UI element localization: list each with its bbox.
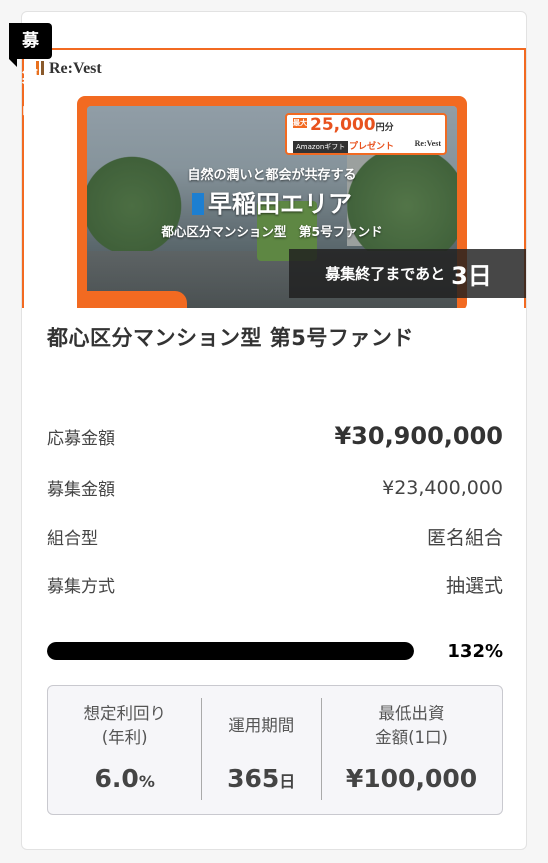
progress-bar-fill [47, 642, 414, 660]
stat-value: ¥100,000 [321, 764, 502, 793]
promo-amazon-label: Amazonギフト [293, 141, 349, 153]
stat-value-unit: % [138, 772, 155, 791]
logo-text: Re:Vest [49, 60, 102, 77]
status-badge: 募集中 [9, 23, 52, 123]
detail-row-type: 組合型 匿名組合 [47, 523, 503, 550]
area-name: 早稲田エリア [208, 190, 352, 218]
banner-orange-tag [77, 291, 187, 308]
progress-bar [47, 642, 414, 660]
catch-line-2: 早稲田エリア [87, 184, 457, 219]
fund-title[interactable]: 都心区分マンション型 第5号ファンド [47, 322, 414, 352]
stat-label: 運用期間 [228, 716, 295, 735]
detail-label: 組合型 [47, 529, 98, 549]
detail-value: 匿名組合 [426, 527, 503, 549]
stat-value-number: 365 [227, 764, 280, 793]
stat-value: 365日 [201, 764, 321, 793]
countdown-label: 募集終了まであと 3日 [289, 249, 526, 298]
promo-amount: 25,000円分 [310, 115, 394, 135]
stat-yield: 想定利回り (年利) 6.0% [48, 686, 201, 814]
detail-value: 抽選式 [445, 575, 503, 597]
stat-value-number: 6.0 [94, 764, 139, 793]
detail-label: 応募金額 [47, 428, 115, 449]
stat-label: 最低出資 [378, 704, 445, 723]
stat-value: 6.0% [48, 764, 201, 793]
stat-label-sub: (年利) [101, 728, 148, 747]
stats-box: 想定利回り (年利) 6.0% 運用期間 365日 最低出資 金額(1口) ¥1… [47, 685, 503, 815]
stat-minimum: 最低出資 金額(1口) ¥100,000 [321, 686, 502, 814]
detail-label: 募集金額 [47, 480, 115, 500]
detail-value: ¥30,900,000 [334, 422, 503, 450]
detail-value: ¥23,400,000 [382, 476, 503, 499]
countdown-days: 3日 [451, 262, 492, 290]
detail-row-method: 募集方式 抽選式 [47, 571, 503, 598]
progress-percent: 132% [447, 641, 503, 662]
revest-logo: Re:Vest [36, 60, 102, 78]
promo-logo: Re:Vest [414, 139, 441, 148]
fund-card[interactable]: Re:Vest 自然の潤いと都会が共存する 早稲田エリア 都心区分マンション型 … [21, 11, 527, 850]
detail-label: 募集方式 [47, 577, 115, 597]
catch-line-1: 自然の潤いと都会が共存する [187, 168, 357, 183]
promo-present-label: プレゼント [349, 142, 395, 152]
stat-value-unit: 日 [279, 772, 296, 791]
catch-line-3: 都心区分マンション型 第5号ファンド [161, 224, 383, 239]
stat-value-number: ¥100,000 [345, 764, 478, 793]
promo-amount-value: 25,000 [310, 115, 376, 135]
progress-section: 132% [47, 641, 503, 662]
stat-label: 想定利回り [83, 704, 166, 723]
stat-period: 運用期間 365日 [201, 686, 321, 814]
detail-row-target: 募集金額 ¥23,400,000 [47, 475, 503, 501]
promo-amount-unit: 円分 [375, 123, 394, 133]
promo-sticker: 最大 25,000円分 Amazonギフト プレゼント Re:Vest [285, 113, 447, 155]
area-marker-icon [192, 193, 204, 215]
countdown-prefix: 募集終了まであと [325, 265, 446, 283]
stat-label-sub: 金額(1口) [375, 728, 448, 747]
promo-max-label: 最大 [293, 118, 307, 128]
detail-row-applied: 応募金額 ¥30,900,000 [47, 422, 503, 450]
